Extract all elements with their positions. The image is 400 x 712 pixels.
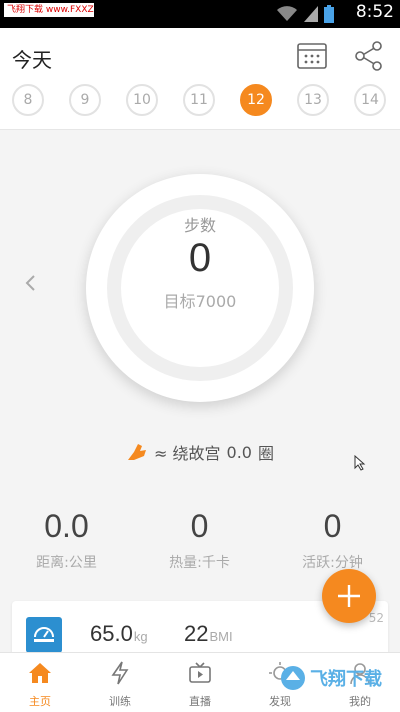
home-icon xyxy=(28,661,52,685)
stat-active: 0 活跃:分钟 xyxy=(266,506,399,572)
signal-icon xyxy=(304,6,318,22)
share-icon xyxy=(355,41,382,71)
previous-day-button[interactable] xyxy=(18,271,42,295)
header: 今天 8 9 10 11 12 13 14 xyxy=(0,28,400,130)
calendar-icon xyxy=(297,43,327,69)
date-chip-11[interactable]: 11 xyxy=(183,84,215,116)
main-content: 步数 0 目标7000 ≈ 绕故宫 0.0 圈 0.0 距离:公里 0 热量:千… xyxy=(0,131,400,661)
status-bar: 飞翔下载 www.FXXZ.com 8:52 xyxy=(0,0,400,28)
bmi-value: 22 xyxy=(184,621,209,646)
scale-icon xyxy=(26,617,62,653)
stat-distance: 0.0 距离:公里 xyxy=(0,506,133,572)
share-button[interactable] xyxy=(350,38,386,74)
calories-label: 热量:千卡 xyxy=(169,555,230,571)
steps-ring[interactable]: 步数 0 目标7000 xyxy=(86,174,314,402)
bmi-unit: BMI xyxy=(209,629,233,644)
battery-icon xyxy=(324,5,334,23)
card-side-text: 52 xyxy=(368,611,384,625)
add-button[interactable] xyxy=(322,569,376,623)
steps-goal: 目标7000 xyxy=(163,292,237,311)
nav-live[interactable]: 直播 xyxy=(160,653,240,712)
nav-home-label: 主页 xyxy=(29,695,51,708)
watermark-logo-icon xyxy=(281,666,305,690)
page-title: 今天 xyxy=(12,48,52,72)
status-icons xyxy=(276,5,334,23)
distance-label: 距离:公里 xyxy=(36,555,97,571)
active-label: 活跃:分钟 xyxy=(302,555,363,571)
weight-value: 65.0 xyxy=(90,621,133,646)
bmi-readout: 22BMI xyxy=(184,621,233,647)
stat-calories: 0 热量:千卡 xyxy=(133,506,266,572)
calories-value: 0 xyxy=(190,508,209,544)
nav-home[interactable]: 主页 xyxy=(0,653,80,712)
date-chip-10[interactable]: 10 xyxy=(126,84,158,116)
comparison-unit: 圈 xyxy=(257,444,274,463)
nav-training[interactable]: 训练 xyxy=(80,653,160,712)
clock: 8:52 xyxy=(355,2,394,22)
distance-comparison: ≈ 绕故宫 0.0 圈 xyxy=(0,440,400,464)
nav-training-label: 训练 xyxy=(109,695,131,708)
date-chip-14[interactable]: 14 xyxy=(354,84,386,116)
nav-live-label: 直播 xyxy=(189,695,211,708)
mouse-cursor-icon xyxy=(354,455,366,471)
distance-value: 0.0 xyxy=(44,508,89,544)
active-value: 0 xyxy=(323,508,342,544)
weight-readout: 65.0kg xyxy=(90,621,148,647)
steps-title: 步数 xyxy=(183,216,216,235)
date-chip-12-selected[interactable]: 12 xyxy=(240,84,272,116)
site-logo: 飞翔下载 www.FXXZ.com xyxy=(4,3,94,17)
date-selector: 8 9 10 11 12 13 14 xyxy=(0,84,400,116)
date-chip-8[interactable]: 8 xyxy=(12,84,44,116)
plus-icon xyxy=(338,585,360,607)
shoe-icon xyxy=(128,444,147,460)
weight-unit: kg xyxy=(133,629,148,644)
comparison-prefix: ≈ 绕故宫 xyxy=(154,444,221,463)
watermark-text: 飞翔下载 xyxy=(310,669,382,690)
wifi-icon xyxy=(277,6,297,21)
site-watermark: 飞翔下载 xyxy=(280,660,392,696)
date-chip-13[interactable]: 13 xyxy=(297,84,329,116)
tv-icon xyxy=(188,661,212,685)
lightning-icon xyxy=(108,661,132,685)
steps-value: 0 xyxy=(188,236,212,280)
chevron-left-icon xyxy=(25,275,35,291)
calendar-button[interactable] xyxy=(294,38,330,74)
date-chip-9[interactable]: 9 xyxy=(69,84,101,116)
comparison-value: 0.0 xyxy=(226,442,252,462)
